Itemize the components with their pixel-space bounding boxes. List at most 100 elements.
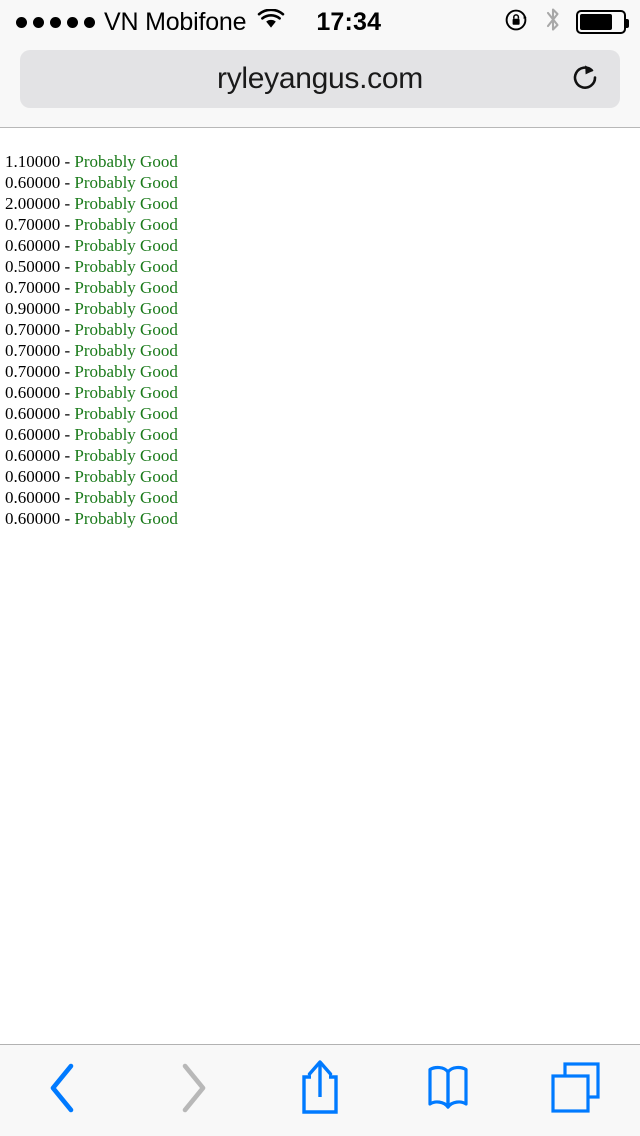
tabs-icon xyxy=(547,1060,605,1121)
reading-status: Probably Good xyxy=(74,467,178,486)
reading-separator: - xyxy=(60,446,75,465)
reading-value: 0.70000 xyxy=(5,341,61,360)
reading-value: 0.60000 xyxy=(5,425,61,444)
reading-row: 0.60000 - Probably Good xyxy=(5,403,640,424)
reading-status: Probably Good xyxy=(74,362,178,381)
book-icon xyxy=(421,1062,475,1119)
reading-value: 0.60000 xyxy=(5,404,61,423)
signal-dot xyxy=(33,16,44,28)
web-page-content: 1.10000 - Probably Good 0.60000 - Probabl… xyxy=(0,129,640,1044)
reading-separator: - xyxy=(60,488,75,507)
reading-row: 0.60000 - Probably Good xyxy=(5,508,640,529)
bookmarks-button[interactable] xyxy=(384,1045,512,1136)
signal-strength-dots xyxy=(16,16,95,28)
reading-status: Probably Good xyxy=(74,341,178,360)
reading-status: Probably Good xyxy=(74,488,178,507)
share-icon xyxy=(296,1057,344,1124)
reading-status: Probably Good xyxy=(74,509,178,528)
wifi-icon xyxy=(257,8,285,36)
reading-value: 0.50000 xyxy=(5,257,61,276)
reading-separator: - xyxy=(60,383,75,402)
reading-separator: - xyxy=(60,341,75,360)
reading-value: 0.70000 xyxy=(5,215,61,234)
reading-row: 0.50000 - Probably Good xyxy=(5,256,640,277)
reading-row: 1.10000 - Probably Good xyxy=(5,151,640,172)
browser-toolbar xyxy=(0,1044,640,1136)
reading-value: 0.70000 xyxy=(5,320,61,339)
carrier-label: VN Mobifone xyxy=(104,7,247,36)
reading-separator: - xyxy=(60,299,75,318)
reading-row: 0.70000 - Probably Good xyxy=(5,319,640,340)
reading-row: 0.70000 - Probably Good xyxy=(5,277,640,298)
reading-separator: - xyxy=(60,173,75,192)
signal-dot xyxy=(67,16,78,28)
reading-row: 2.00000 - Probably Good xyxy=(5,193,640,214)
reading-value: 0.60000 xyxy=(5,236,61,255)
signal-dot xyxy=(50,16,61,28)
reading-row: 0.60000 - Probably Good xyxy=(5,424,640,445)
signal-dot xyxy=(84,16,95,28)
reading-row: 0.90000 - Probably Good xyxy=(5,298,640,319)
reading-status: Probably Good xyxy=(74,299,178,318)
reading-separator: - xyxy=(60,467,75,486)
reading-value: 0.70000 xyxy=(5,362,61,381)
chevron-left-icon xyxy=(44,1060,84,1121)
reading-separator: - xyxy=(60,152,75,171)
readings-list: 1.10000 - Probably Good 0.60000 - Probabl… xyxy=(0,129,640,529)
reading-status: Probably Good xyxy=(74,425,178,444)
reading-status: Probably Good xyxy=(74,404,178,423)
reading-value: 0.60000 xyxy=(5,509,61,528)
status-bar-right xyxy=(504,6,629,38)
reading-value: 0.60000 xyxy=(5,446,61,465)
reading-separator: - xyxy=(60,320,75,339)
reading-row: 0.60000 - Probably Good xyxy=(5,445,640,466)
reading-separator: - xyxy=(60,425,75,444)
reading-status: Probably Good xyxy=(74,152,178,171)
reading-row: 0.70000 - Probably Good xyxy=(5,361,640,382)
reading-row: 0.60000 - Probably Good xyxy=(5,382,640,403)
url-bar[interactable]: ryleyangus.com xyxy=(20,50,620,108)
reading-status: Probably Good xyxy=(74,194,178,213)
reading-row: 0.70000 - Probably Good xyxy=(5,340,640,361)
reading-value: 0.90000 xyxy=(5,299,61,318)
reading-status: Probably Good xyxy=(74,383,178,402)
reload-icon[interactable] xyxy=(566,59,606,99)
bluetooth-icon xyxy=(544,6,562,38)
reading-status: Probably Good xyxy=(74,257,178,276)
forward-button xyxy=(128,1045,256,1136)
reading-value: 0.60000 xyxy=(5,173,61,192)
reading-value: 2.00000 xyxy=(5,194,61,213)
reading-separator: - xyxy=(60,236,75,255)
reading-row: 0.60000 - Probably Good xyxy=(5,172,640,193)
url-text[interactable]: ryleyangus.com xyxy=(217,62,423,96)
status-bar: VN Mobifone 17:34 xyxy=(0,0,640,44)
tabs-button[interactable] xyxy=(512,1045,640,1136)
battery-icon xyxy=(576,10,629,34)
browser-header: ryleyangus.com xyxy=(0,44,640,128)
chevron-right-icon xyxy=(172,1060,212,1121)
reading-value: 0.60000 xyxy=(5,383,61,402)
reading-separator: - xyxy=(60,257,75,276)
reading-separator: - xyxy=(60,215,75,234)
signal-dot xyxy=(16,16,27,28)
reading-status: Probably Good xyxy=(74,446,178,465)
reading-value: 0.70000 xyxy=(5,278,61,297)
clock-label: 17:34 xyxy=(316,7,382,36)
reading-separator: - xyxy=(60,194,75,213)
share-button[interactable] xyxy=(256,1045,384,1136)
reading-status: Probably Good xyxy=(74,320,178,339)
reading-value: 0.60000 xyxy=(5,467,61,486)
reading-separator: - xyxy=(60,404,75,423)
reading-separator: - xyxy=(60,278,75,297)
reading-separator: - xyxy=(60,509,75,528)
rotation-lock-icon xyxy=(504,7,530,38)
reading-row: 0.60000 - Probably Good xyxy=(5,466,640,487)
reading-status: Probably Good xyxy=(74,236,178,255)
reading-separator: - xyxy=(60,362,75,381)
back-button[interactable] xyxy=(0,1045,128,1136)
status-bar-left: VN Mobifone 17:34 xyxy=(16,8,381,37)
reading-status: Probably Good xyxy=(74,278,178,297)
safari-mobile-screen: VN Mobifone 17:34 ryleyangus.com 1.10000… xyxy=(0,0,640,1136)
reading-status: Probably Good xyxy=(74,215,178,234)
reading-status: Probably Good xyxy=(74,173,178,192)
